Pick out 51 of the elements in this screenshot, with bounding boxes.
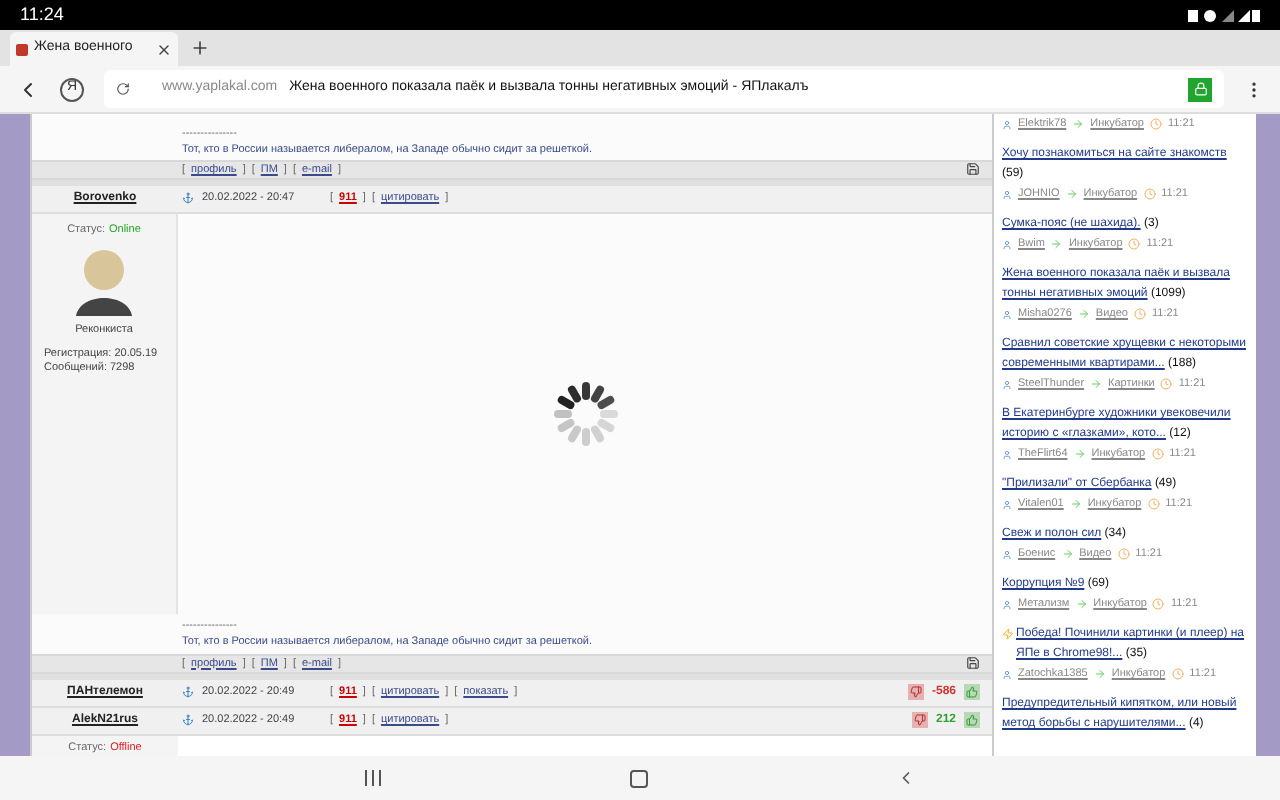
vote-up-button[interactable] [964,684,980,701]
arrow-icon [1093,668,1106,680]
favicon-icon [16,43,28,55]
lock-icon[interactable] [1188,77,1212,101]
vote-down-button[interactable] [911,712,928,729]
arrow-icon [1077,308,1090,320]
close-icon[interactable] [156,41,172,57]
user-icon [1002,599,1012,609]
arrow-icon [1065,188,1078,200]
clock-icon [1134,308,1146,320]
clock-icon [1128,238,1141,250]
loading-spinner [551,379,619,448]
recent-apps-icon[interactable] [364,770,382,786]
clock-icon [1151,448,1164,460]
clock-icon [1117,548,1130,560]
status-icons-drawing [1188,7,1260,23]
clock-time: 11:24 [20,1,64,28]
anchor-icon[interactable] [182,686,194,699]
save-icon[interactable] [966,162,980,177]
user-icon [1002,189,1012,199]
arrow-icon [1075,598,1088,610]
user-icon [1002,119,1012,129]
vote-up-button[interactable] [964,712,980,729]
lightning-icon [1002,628,1014,640]
avatar-silhouette [70,244,138,316]
arrow-icon [1072,118,1085,130]
user-icon [1002,449,1012,459]
arrow-icon [1061,548,1074,560]
home-icon[interactable] [630,769,648,787]
user-icon [1002,499,1012,509]
anchor-icon[interactable] [182,192,194,205]
user-icon [1002,309,1012,319]
arrow-icon [1073,448,1086,460]
user-icon [1002,669,1012,679]
user-icon [1002,549,1012,559]
user-icon [1002,379,1012,389]
clock-icon [1147,498,1160,510]
save-icon[interactable] [966,656,980,671]
anchor-icon[interactable] [182,714,194,727]
user-icon [1002,239,1012,249]
arrow-icon [1090,378,1103,390]
reload-icon[interactable] [116,82,130,96]
clock-icon [1171,668,1184,680]
clock-icon [1149,118,1162,130]
new-tab-icon[interactable] [190,38,210,58]
clock-icon [1143,188,1156,200]
vote-down-button[interactable] [907,684,924,701]
arrow-icon [1050,238,1063,250]
clock-icon [1152,598,1165,610]
arrow-icon [1069,498,1082,510]
clock-icon [1160,378,1173,390]
